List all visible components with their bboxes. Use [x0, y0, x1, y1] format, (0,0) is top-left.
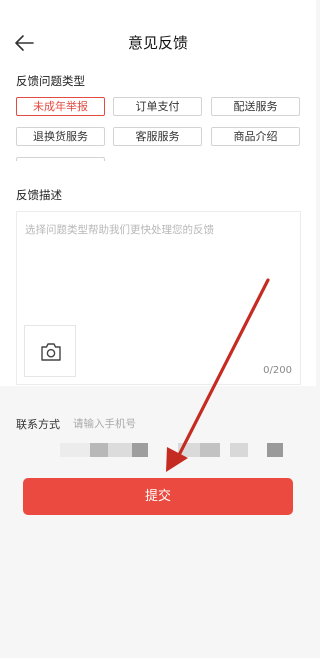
description-field[interactable]: 选择问题类型帮助我们更快处理您的反馈 0/200 [16, 211, 301, 385]
nav-bar: 意见反馈 [0, 22, 316, 64]
contact-row: 联系方式 请输入手机号 [0, 402, 316, 442]
chip-order-payment[interactable]: 订单支付 [113, 97, 202, 116]
chip-delivery-service[interactable]: 配送服务 [211, 97, 300, 116]
redacted-block [230, 443, 248, 457]
description-input[interactable]: 选择问题类型帮助我们更快处理您的反馈 [25, 222, 290, 237]
redacted-block [132, 443, 148, 457]
redacted-block [200, 443, 220, 457]
char-counter: 0/200 [263, 365, 292, 376]
redacted-block [178, 443, 200, 457]
redacted-block [267, 443, 283, 457]
chip-customer-service[interactable]: 客服服务 [113, 127, 202, 146]
chip-return-service[interactable]: 退换货服务 [16, 127, 105, 146]
redacted-block [90, 443, 108, 457]
status-bar [0, 0, 316, 22]
chip-minor-report[interactable]: 未成年举报 [16, 97, 105, 116]
add-photo-button[interactable] [24, 325, 76, 377]
feedback-type-label: 反馈问题类型 [16, 74, 85, 88]
chip-more-partial[interactable] [16, 157, 105, 161]
page-title: 意见反馈 [127, 34, 188, 52]
phone-input[interactable]: 请输入手机号 [73, 416, 136, 431]
submit-button[interactable]: 提交 [23, 478, 293, 515]
camera-icon [41, 343, 61, 361]
contact-label: 联系方式 [16, 418, 60, 431]
redacted-block [60, 443, 90, 457]
chip-product-info[interactable]: 商品介绍 [211, 127, 300, 146]
redacted-block [108, 443, 132, 457]
description-label: 反馈描述 [16, 188, 62, 202]
